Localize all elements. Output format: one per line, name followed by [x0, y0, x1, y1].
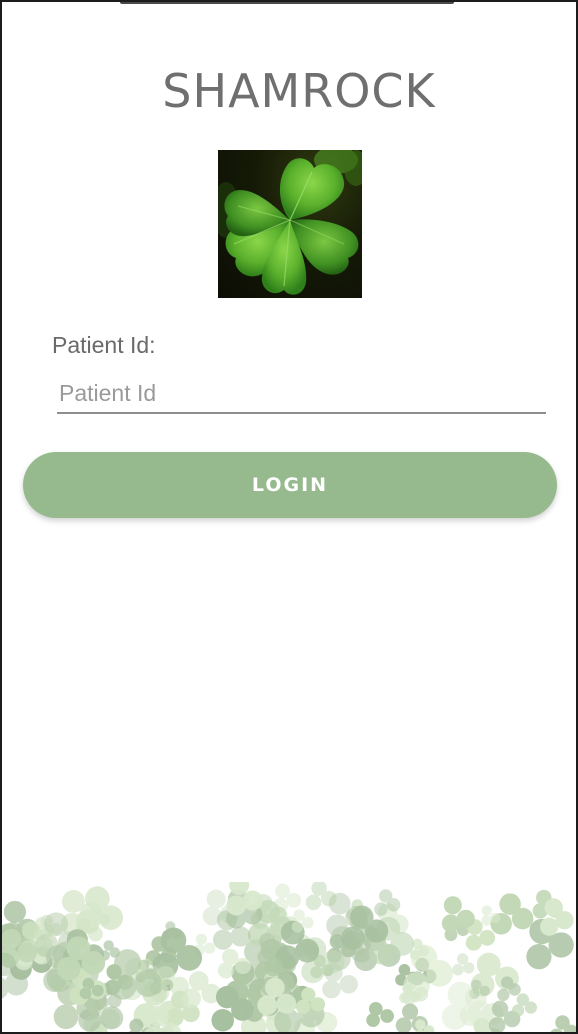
shamrock-leaf-icon [218, 150, 362, 298]
status-bar-notch [120, 2, 454, 4]
clover-border-decoration [2, 882, 576, 1032]
app-screen: SHAMROCK Patient Id: Patient Id LOGIN [2, 2, 576, 1032]
patient-id-label: Patient Id: [52, 332, 156, 358]
patient-id-input[interactable] [57, 374, 546, 414]
login-button[interactable]: LOGIN [23, 452, 557, 518]
app-title: SHAMROCK [162, 64, 436, 118]
